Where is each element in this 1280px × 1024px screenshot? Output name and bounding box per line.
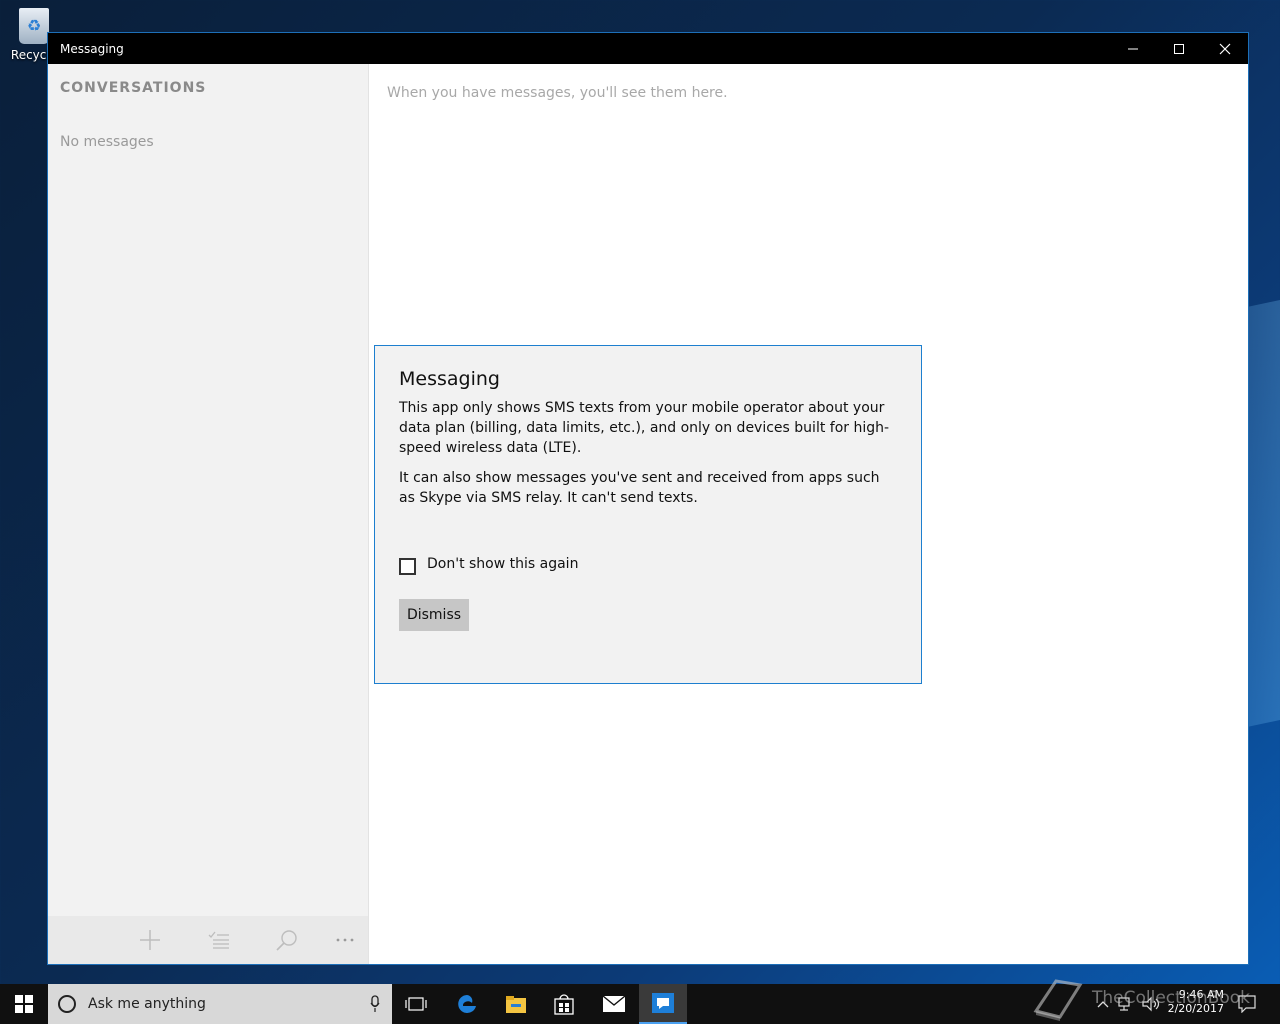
windows-logo-icon [15, 995, 33, 1013]
network-button[interactable] [1116, 984, 1136, 1024]
task-view-button[interactable] [392, 984, 440, 1024]
cortana-search-box[interactable]: Ask me anything [48, 984, 392, 1024]
dialog-paragraph-2: It can also show messages you've sent an… [399, 470, 880, 506]
search-placeholder: Ask me anything [88, 996, 206, 1012]
volume-icon [1142, 996, 1160, 1012]
conversations-pane: CONVERSATIONS No messages [48, 64, 369, 964]
volume-button[interactable] [1140, 984, 1162, 1024]
taskbar-clock[interactable]: 9:46 AM 2/20/2017 [1168, 988, 1224, 1016]
store-taskbar-button[interactable] [540, 984, 588, 1024]
more-icon [336, 938, 354, 942]
recycle-bin-icon [19, 8, 49, 44]
add-icon [140, 930, 160, 950]
store-icon [554, 994, 574, 1015]
task-view-icon [405, 997, 427, 1011]
close-button[interactable] [1202, 33, 1248, 64]
dismiss-button[interactable]: Dismiss [399, 599, 469, 631]
no-messages-text: No messages [60, 134, 154, 150]
clock-time: 9:46 AM [1178, 988, 1224, 1001]
messaging-info-dialog: Messaging This app only shows SMS texts … [374, 345, 922, 684]
chevron-up-icon [1097, 1001, 1109, 1008]
notification-icon [1238, 995, 1256, 1013]
dont-show-again-label[interactable]: Don't show this again [427, 556, 578, 572]
edge-icon [458, 995, 476, 1013]
microphone-icon[interactable] [370, 995, 380, 1013]
conversations-app-bar [48, 916, 368, 964]
file-explorer-taskbar-button[interactable] [492, 984, 540, 1024]
search-icon [276, 930, 297, 951]
start-button[interactable] [0, 984, 48, 1024]
window-controls [1110, 33, 1248, 64]
select-icon [208, 931, 229, 949]
dialog-paragraph-1: This app only shows SMS texts from your … [399, 400, 890, 456]
messaging-taskbar-button[interactable] [639, 984, 687, 1024]
empty-messages-hint: When you have messages, you'll see them … [387, 85, 728, 101]
dont-show-again-checkbox[interactable] [399, 558, 416, 575]
mail-icon [602, 995, 626, 1012]
close-icon [1219, 43, 1231, 54]
network-icon [1118, 997, 1130, 1011]
mail-taskbar-button[interactable] [590, 984, 638, 1024]
select-button[interactable] [205, 926, 233, 954]
dialog-title: Messaging [399, 368, 500, 390]
clock-date: 2/20/2017 [1167, 1002, 1224, 1015]
taskbar: Ask me anything 9:46 AM 2/20/2017 [0, 984, 1280, 1024]
more-button[interactable] [331, 926, 359, 954]
messaging-icon [652, 993, 674, 1013]
show-hidden-icons-button[interactable] [1094, 984, 1112, 1024]
file-explorer-icon [506, 996, 526, 1013]
conversations-heading: CONVERSATIONS [60, 80, 207, 96]
minimize-icon [1128, 48, 1138, 49]
cortana-icon [58, 995, 76, 1013]
minimize-button[interactable] [1110, 33, 1156, 64]
search-button[interactable] [273, 926, 301, 954]
title-bar[interactable]: Messaging [48, 33, 1248, 64]
action-center-button[interactable] [1234, 984, 1260, 1024]
window-title: Messaging [60, 41, 124, 56]
new-message-button[interactable] [136, 926, 164, 954]
edge-taskbar-button[interactable] [443, 984, 491, 1024]
maximize-icon [1174, 43, 1184, 54]
maximize-button[interactable] [1156, 33, 1202, 64]
